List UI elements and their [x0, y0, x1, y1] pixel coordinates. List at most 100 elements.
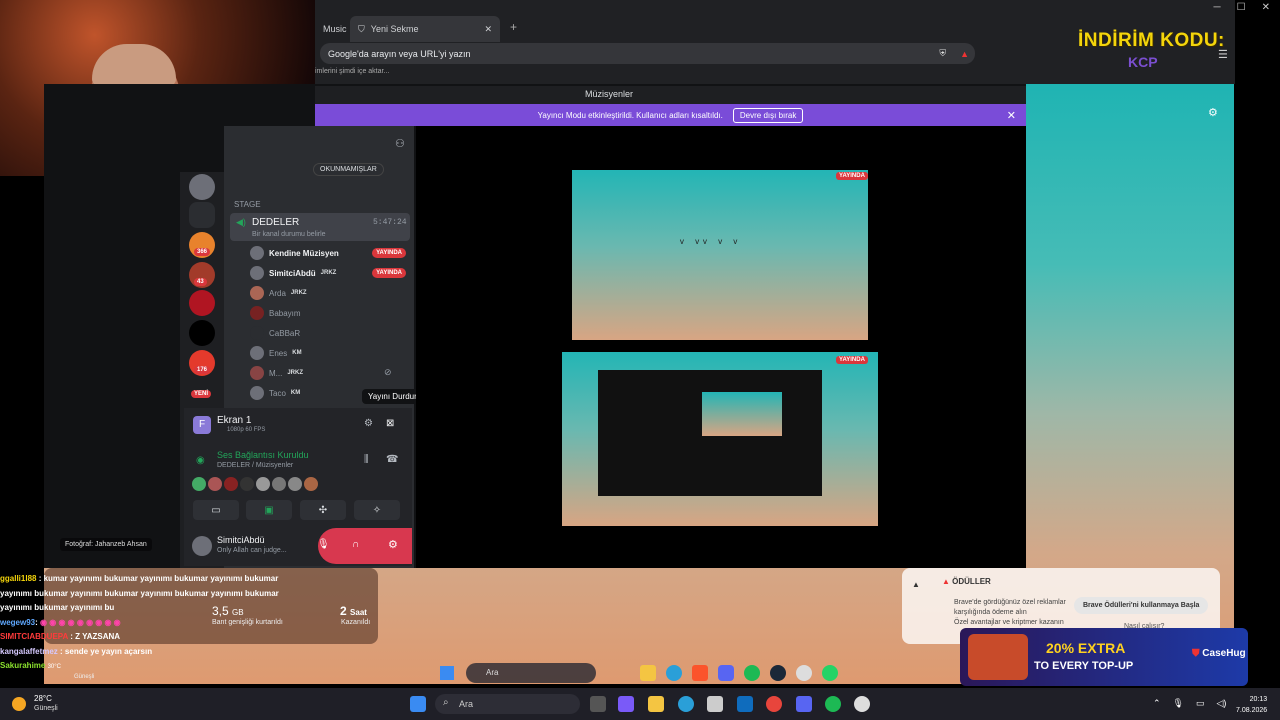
- voice-member[interactable]: SimitciAbdü JRKZ YAYINDA: [250, 264, 410, 282]
- server-icon[interactable]: [189, 174, 215, 200]
- share-screen-button[interactable]: ▣: [246, 500, 292, 520]
- close-tab-icon[interactable]: ✕: [484, 24, 492, 35]
- whatsapp-icon[interactable]: [822, 665, 838, 681]
- discord-icon[interactable]: [718, 665, 734, 681]
- inner-search[interactable]: Ara: [466, 663, 596, 683]
- folder-icon[interactable]: [640, 665, 656, 681]
- import-bookmarks-link[interactable]: imlerini şimdi içe aktar...: [315, 68, 389, 75]
- windows-icon[interactable]: [440, 666, 454, 680]
- activities-button[interactable]: ✣: [300, 500, 346, 520]
- spotify-icon[interactable]: [825, 696, 841, 712]
- soundboard-button[interactable]: ✧: [354, 500, 400, 520]
- settings-icon[interactable]: ⚙: [1208, 106, 1218, 119]
- clock[interactable]: 20:13 7.08.2026: [1236, 694, 1267, 716]
- voice-member[interactable]: Enes KM: [250, 344, 410, 362]
- unread-badge: 366: [194, 248, 211, 256]
- taskbar: [0, 688, 1280, 720]
- voice-member[interactable]: Kendine Müzisyen YAYINDA: [250, 244, 410, 262]
- tab-music[interactable]: Music: [315, 16, 350, 42]
- start-icon[interactable]: [410, 696, 426, 712]
- voice-channel-path: DEDELER / Müzisyenler: [217, 462, 294, 469]
- disable-streamer-button[interactable]: Devre dışı bırak: [732, 107, 804, 123]
- user-status[interactable]: Only Allah can judge...: [217, 547, 287, 554]
- noise-icon[interactable]: ⫼: [364, 454, 369, 465]
- brave-shield-icon[interactable]: ⛨: [939, 48, 946, 59]
- photo-credit[interactable]: Fotoğraf: Jahanzeb Ahsan: [60, 538, 152, 551]
- category-header[interactable]: STAGE: [234, 200, 261, 209]
- stream-quality: 1080p 60 FPS: [227, 427, 266, 433]
- folder-icon[interactable]: [189, 202, 215, 228]
- weather-desc[interactable]: Güneşli: [34, 705, 58, 712]
- voice-status[interactable]: Ses Bağlantısı Kuruldu: [217, 450, 309, 460]
- participant-avatars: [192, 477, 318, 491]
- discord-icon[interactable]: [796, 696, 812, 712]
- volume-icon[interactable]: ◁): [1217, 698, 1227, 709]
- mic-icon[interactable]: 🎙: [1173, 698, 1184, 709]
- stream-chat: ggalli1l88 : kumar yayınımı bukumar yayı…: [0, 572, 325, 680]
- chat-message: Sakurahime 30°C: [0, 661, 61, 670]
- sun-icon[interactable]: [12, 697, 26, 711]
- voice-member[interactable]: Arda JRKZ: [250, 284, 410, 302]
- stream-settings-icon[interactable]: ⚙: [364, 418, 373, 429]
- stream-preview-top[interactable]: [572, 170, 868, 340]
- store-icon[interactable]: [707, 696, 723, 712]
- avatar: [250, 326, 264, 340]
- unread-pill[interactable]: OKUNMAMIŞLAR: [313, 163, 384, 176]
- stop-stream-tooltip: Yayını Durdur: [362, 389, 423, 404]
- mail-icon[interactable]: [737, 696, 753, 712]
- chat-message: ggalli1l88 : kumar yayınımı bukumar yayı…: [0, 574, 279, 583]
- avatar[interactable]: [192, 536, 212, 556]
- stop-stream-icon[interactable]: ⊠: [386, 418, 394, 429]
- ad-brand: ⛊ CaseHug: [1192, 648, 1246, 659]
- promo-code: KCP: [1128, 54, 1158, 70]
- channel-status[interactable]: Bir kanal durumu belirle: [252, 231, 326, 238]
- task-view-icon[interactable]: [590, 696, 606, 712]
- network-icon[interactable]: ▭: [1196, 698, 1205, 709]
- microphone-icon[interactable]: 🎙: [317, 539, 330, 550]
- user-settings-icon[interactable]: ⚙: [388, 538, 398, 551]
- weather-temp[interactable]: 28°C: [34, 694, 52, 703]
- edge-icon[interactable]: [678, 696, 694, 712]
- collapse-icon[interactable]: ▲: [912, 580, 920, 589]
- chevron-up-icon[interactable]: ⌃: [1153, 698, 1161, 709]
- taskbar-search[interactable]: Ara: [435, 694, 580, 714]
- close-icon[interactable]: ✕: [1262, 2, 1270, 13]
- server-icon[interactable]: [189, 320, 215, 346]
- steam-icon[interactable]: [770, 665, 786, 681]
- copilot-icon[interactable]: [618, 696, 634, 712]
- chat-message: kangalaffetmez : sende ye yayın açarsın: [0, 646, 153, 656]
- minimize-icon[interactable]: ─: [1214, 2, 1221, 13]
- server-icon[interactable]: [189, 290, 215, 316]
- shield-icon: ⛉: [358, 23, 365, 34]
- nested-preview: [702, 392, 782, 436]
- camera-off-button[interactable]: ▭: [193, 500, 239, 520]
- spotify-icon[interactable]: [744, 665, 760, 681]
- voice-member[interactable]: Babayım: [250, 304, 410, 322]
- disconnect-icon[interactable]: ☎: [386, 454, 398, 465]
- rewards-icon[interactable]: ▲: [960, 49, 969, 59]
- username[interactable]: SimitciAbdü: [217, 535, 265, 545]
- address-bar[interactable]: Google'da arayın veya URL'yi yazın ⛨ ▲: [320, 43, 975, 64]
- new-tab-button[interactable]: +: [510, 20, 517, 34]
- obs-icon[interactable]: [796, 665, 812, 681]
- edge-icon[interactable]: [666, 665, 682, 681]
- muted-icon: ⊘: [384, 367, 392, 377]
- connection-icon[interactable]: ◉: [196, 455, 205, 466]
- tab-new[interactable]: ⛉ Yeni Sekme ✕: [350, 16, 500, 42]
- add-friend-icon[interactable]: ⚇: [395, 137, 405, 150]
- obs-icon[interactable]: [854, 696, 870, 712]
- chat-message: yayınımı bukumar yayınımı bu: [0, 603, 115, 612]
- chrome-icon[interactable]: [766, 696, 782, 712]
- close-icon[interactable]: ✕: [1007, 109, 1016, 122]
- avatar: [250, 346, 264, 360]
- headphones-icon[interactable]: ∩: [352, 539, 359, 550]
- avatar: [250, 306, 264, 320]
- file-explorer-icon[interactable]: [648, 696, 664, 712]
- maximize-icon[interactable]: ☐: [1237, 2, 1246, 13]
- ad-subline: TO EVERY TOP-UP: [1034, 660, 1134, 672]
- screen-name: Ekran 1: [217, 415, 252, 426]
- start-rewards-button[interactable]: Brave Ödülleri'ni kullanmaya Başla: [1074, 597, 1209, 614]
- voice-member[interactable]: CaBBaR: [250, 324, 410, 342]
- brave-icon[interactable]: [692, 665, 708, 681]
- window-title: Müzisyenler: [585, 89, 634, 99]
